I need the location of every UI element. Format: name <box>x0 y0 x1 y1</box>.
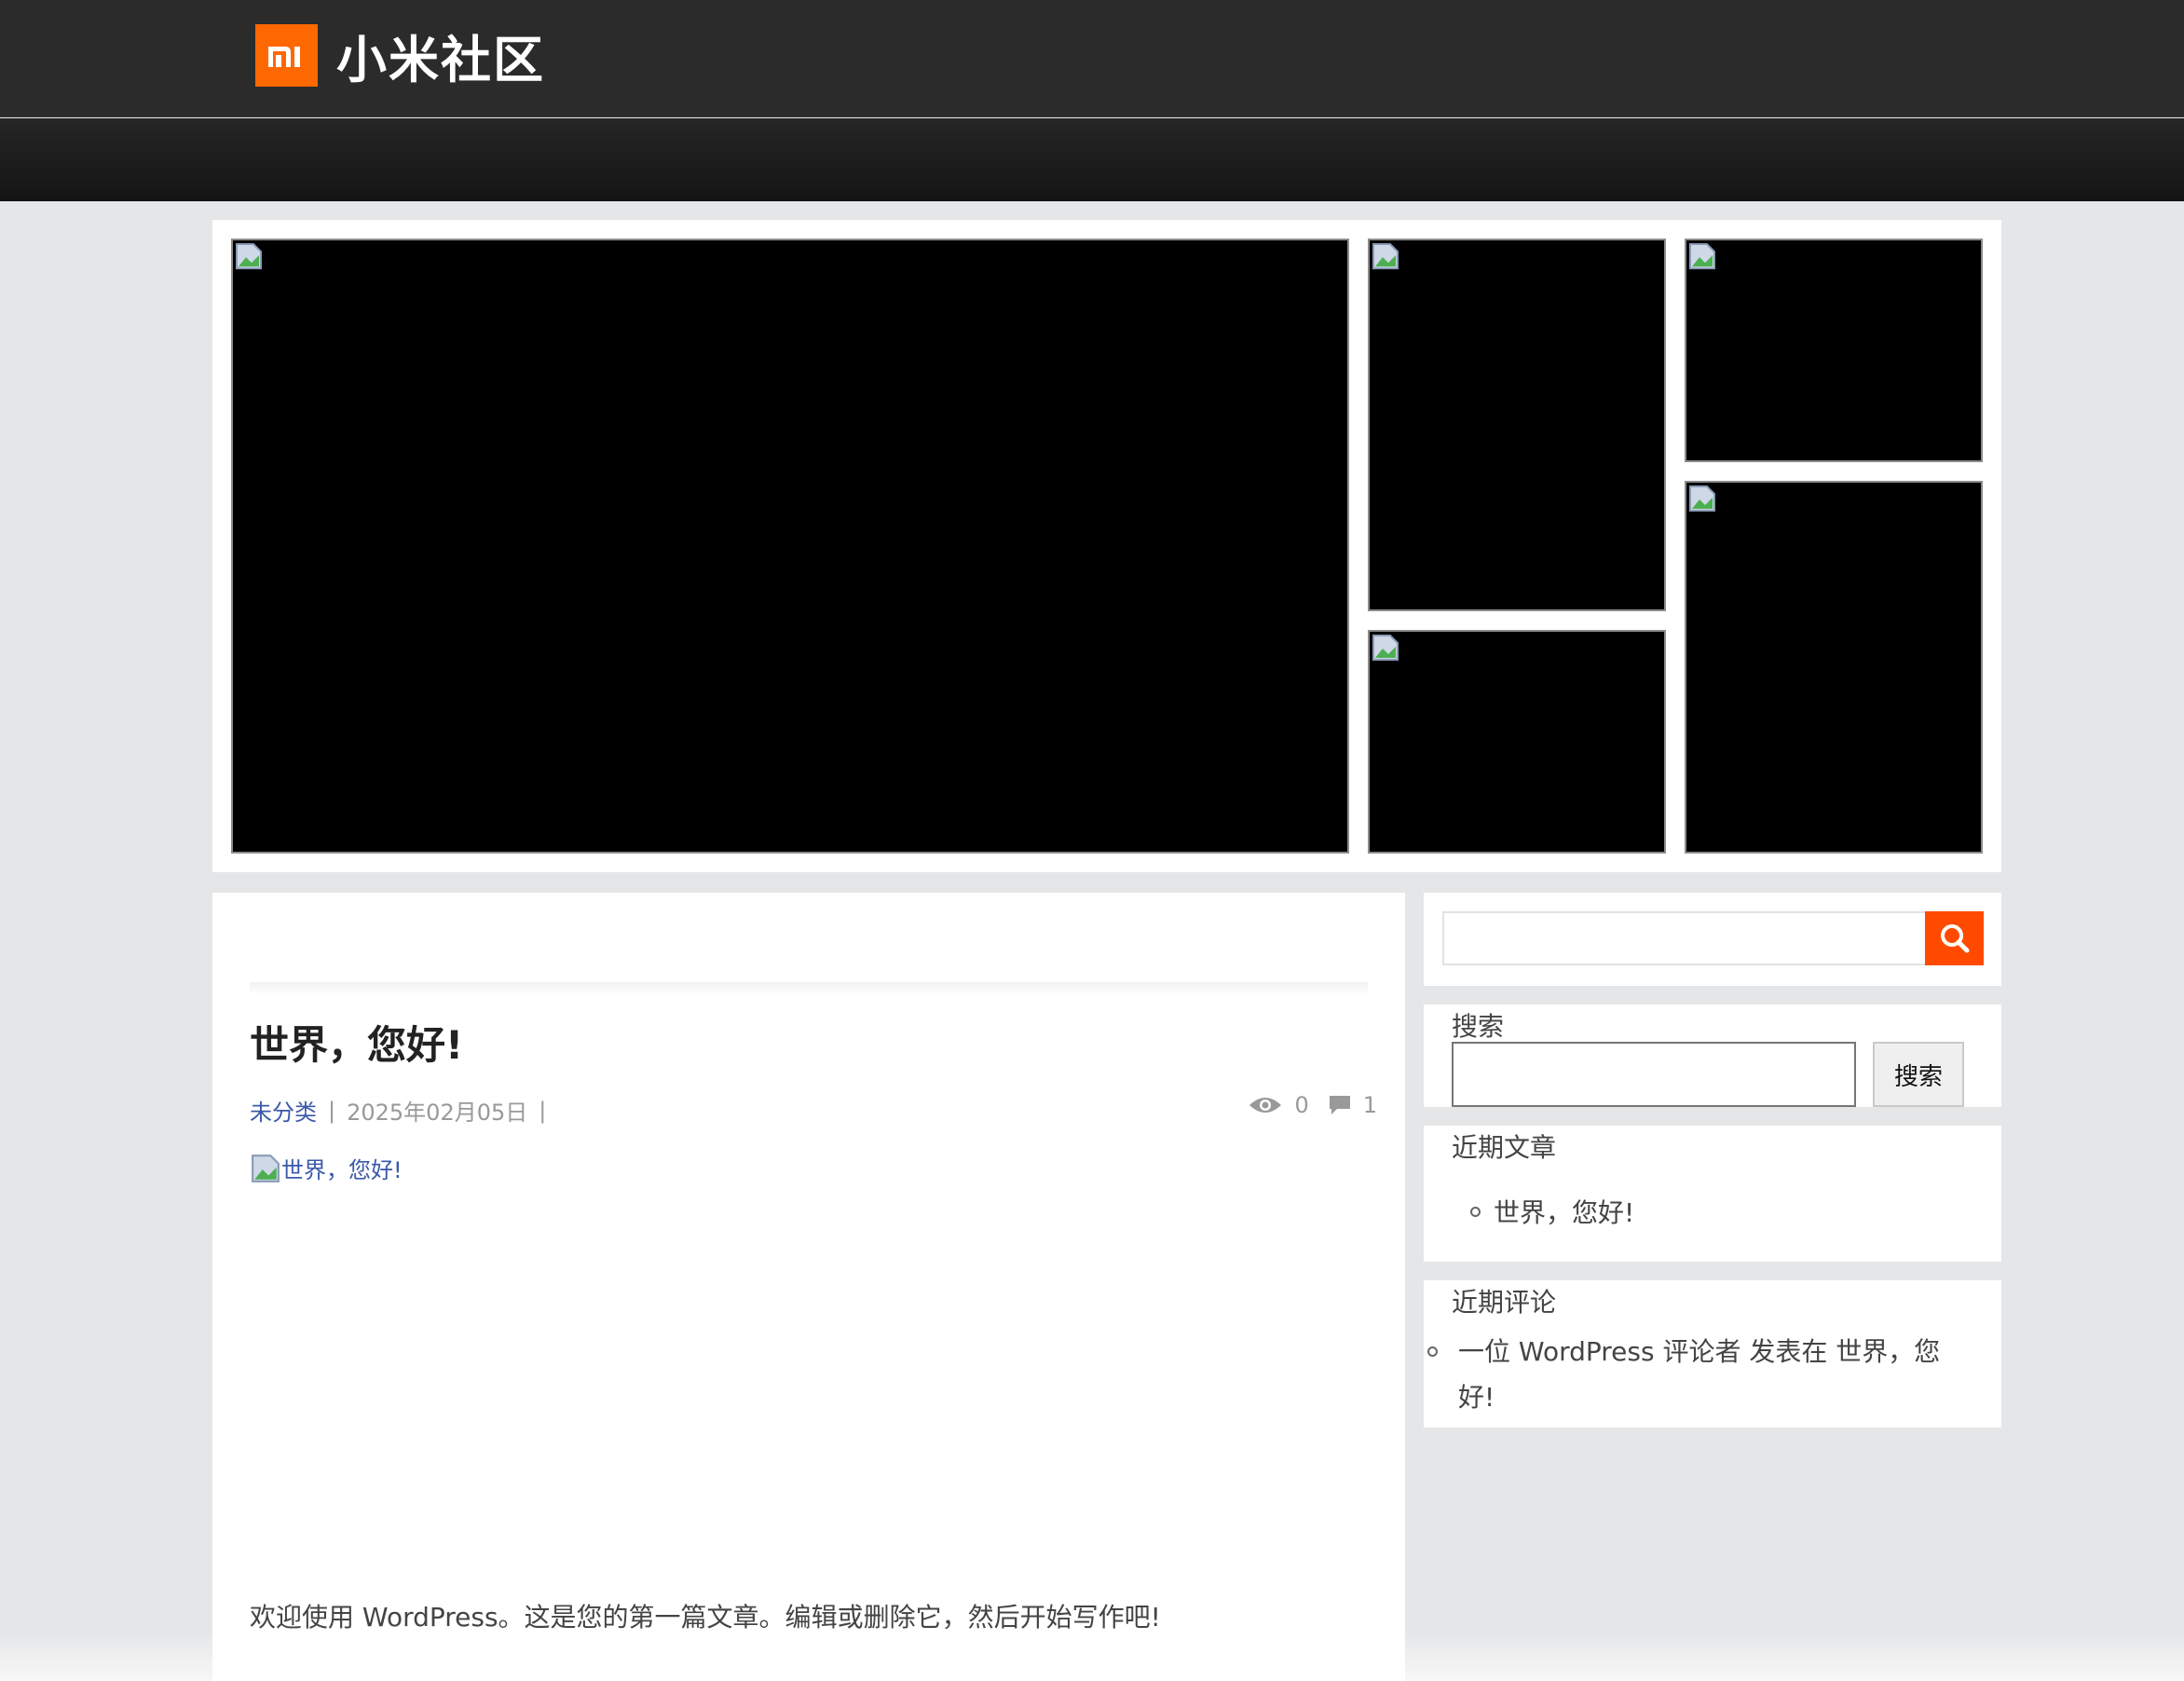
widget-search-button[interactable]: 搜索 <box>1873 1042 1964 1107</box>
post-views-count: 0 <box>1294 1092 1309 1118</box>
broken-image-icon <box>1689 485 1715 512</box>
post-stats: 0 1 <box>1248 1092 1377 1118</box>
divider <box>250 982 1368 995</box>
post-thumbnail-link[interactable]: 世界，您好! <box>250 1152 403 1184</box>
search-input[interactable] <box>1442 911 1925 965</box>
recent-post-item[interactable]: 世界，您好! <box>1470 1193 1634 1230</box>
mi-logo-icon <box>255 24 318 87</box>
recent-posts-widget: 近期文章 世界，您好! <box>1424 1126 2001 1262</box>
list-bullet <box>1470 1206 1481 1217</box>
post-list: 世界，您好! 未分类 | 2025年02月05日 | 0 1 世界，您好! 欢迎… <box>212 893 1405 1681</box>
post-comments-count[interactable]: 1 <box>1363 1092 1377 1118</box>
recent-comments-widget: 近期评论 一位 WordPress 评论者 发表在 世界，您好! <box>1424 1280 2001 1428</box>
post-title[interactable]: 世界，您好! <box>250 1014 463 1071</box>
post-excerpt: 欢迎使用 WordPress。这是您的第一篇文章。编辑或删除它，然后开始写作吧! <box>250 1602 1161 1633</box>
widget-title: 近期文章 <box>1452 1132 1557 1163</box>
site-header: 小米社区 <box>0 0 2184 117</box>
broken-image-icon <box>236 243 262 269</box>
post-meta: 未分类 | 2025年02月05日 | <box>250 1094 546 1127</box>
recent-comment-item: 一位 WordPress 评论者 发表在 世界，您好! <box>1427 1329 1968 1420</box>
featured-tile-4[interactable] <box>1685 239 1983 462</box>
meta-separator: | <box>539 1097 547 1124</box>
comment-icon <box>1329 1096 1350 1114</box>
post-thumbnail-alt: 世界，您好! <box>281 1157 403 1183</box>
widget-search-input[interactable] <box>1452 1042 1856 1107</box>
broken-image-icon <box>252 1154 280 1182</box>
recent-post-link[interactable]: 世界，您好! <box>1494 1193 1634 1230</box>
featured-tile-main[interactable] <box>231 239 1349 854</box>
eye-icon <box>1249 1098 1282 1113</box>
broken-image-icon <box>1689 243 1715 269</box>
featured-slider <box>212 220 2001 872</box>
main-navigation-bar <box>0 118 2184 201</box>
broken-image-icon <box>1372 243 1399 269</box>
widget-title: 搜索 <box>1452 1011 1505 1042</box>
featured-tile-5[interactable] <box>1685 481 1983 854</box>
featured-tile-3[interactable] <box>1368 630 1666 854</box>
comment-author-link[interactable]: 一位 WordPress 评论者 <box>1458 1336 1740 1367</box>
meta-separator: | <box>328 1097 336 1124</box>
widget-title: 近期评论 <box>1452 1287 1557 1318</box>
recent-comment-text: 一位 WordPress 评论者 发表在 世界，您好! <box>1458 1329 1968 1420</box>
list-bullet <box>1427 1346 1438 1357</box>
search-icon <box>1940 924 1969 953</box>
search-button[interactable] <box>1925 911 1984 965</box>
post-date: 2025年02月05日 <box>347 1100 528 1126</box>
post-category-link[interactable]: 未分类 <box>250 1094 317 1127</box>
search-widget: 搜索 搜索 <box>1424 1004 2001 1107</box>
broken-image-icon <box>1372 635 1399 661</box>
comment-connector: 发表在 <box>1749 1336 1828 1367</box>
site-name: 小米社区 <box>336 31 545 89</box>
featured-tile-2[interactable] <box>1368 239 1666 611</box>
site-logo[interactable]: 小米社区 <box>255 19 545 92</box>
sidebar-search-box <box>1424 893 2001 986</box>
